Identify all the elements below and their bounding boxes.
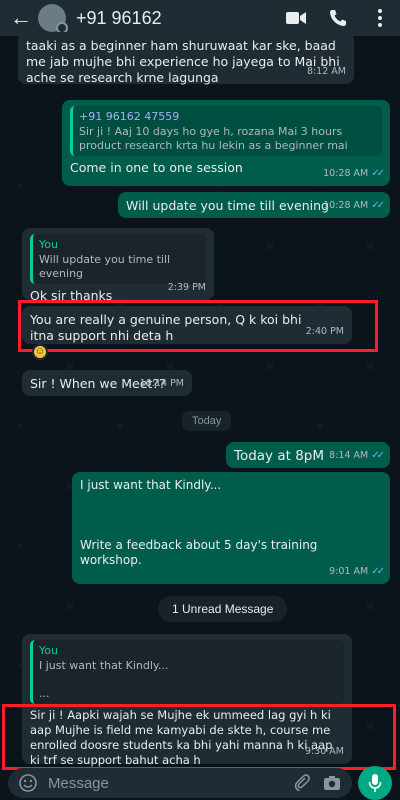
message-time: 9:01 AM [329, 566, 369, 577]
mic-icon [368, 774, 382, 792]
contact-name[interactable]: +91 96162 [76, 8, 162, 29]
avatar[interactable] [38, 4, 68, 34]
message-time: 10:28 AM [323, 200, 369, 211]
message-input-bar: Message [0, 766, 400, 800]
quoted-message[interactable]: You Will update you time till evening [30, 234, 206, 284]
quote-sender: You [39, 644, 58, 657]
highlight-box [2, 704, 396, 770]
message-meta: 9:01 AM ✓✓ [329, 564, 385, 580]
message-time: 8:12 AM [306, 66, 346, 77]
message-text: taaki as a beginner ham shuruwaat kar sk… [26, 38, 340, 85]
message-time: 8:14 AM [329, 450, 369, 461]
message-bubble-outgoing[interactable]: I just want that Kindly... Write a feedb… [72, 472, 390, 584]
read-ticks-icon: ✓✓ [371, 450, 385, 461]
message-meta: 8:14 AM ✓✓ [329, 448, 385, 464]
message-meta: 10:28 AM ✓✓ [323, 166, 385, 182]
message-text: I just want that Kindly... Write a feedb… [80, 478, 318, 567]
quote-text: I just want that Kindly... ... [39, 659, 169, 700]
message-meta: 10:28 AM ✓✓ [323, 198, 385, 214]
chat-area[interactable]: taaki as a beginner ham shuruwaat kar sk… [0, 32, 400, 770]
message-placeholder[interactable]: Message [48, 775, 282, 792]
message-bubble-incoming[interactable]: taaki as a beginner ham shuruwaat kar sk… [18, 32, 354, 85]
message-bubble-outgoing[interactable]: Will update you time till evening 10:28 … [118, 192, 390, 218]
date-separator: Today [182, 411, 232, 431]
phone-icon[interactable] [328, 8, 348, 28]
chat-header: ← +91 96162 [0, 0, 400, 36]
camera-icon[interactable] [322, 773, 342, 793]
attach-icon[interactable] [292, 773, 312, 793]
video-call-icon[interactable] [286, 8, 306, 28]
message-time: 2:39 PM [167, 282, 206, 293]
quoted-message[interactable]: You I just want that Kindly... ... [30, 640, 344, 704]
quote-text: Will update you time till evening [39, 253, 171, 280]
message-time: 10:14 PM [139, 378, 184, 389]
highlight-box [18, 300, 378, 352]
quote-sender: You [39, 238, 58, 251]
emoji-icon[interactable] [18, 773, 38, 793]
unread-messages-separator: 1 Unread Message [158, 596, 288, 622]
mic-button[interactable] [358, 766, 392, 800]
read-ticks-icon: ✓✓ [371, 566, 385, 577]
message-bubble-outgoing[interactable]: +91 96162 47559 Sir ji ! Aaj 10 days ho … [62, 100, 390, 186]
quoted-message[interactable]: +91 96162 47559 Sir ji ! Aaj 10 days ho … [70, 106, 382, 156]
more-icon[interactable] [370, 8, 390, 28]
message-bubble-incoming[interactable]: Sir ! When we Meet?? 10:14 PM [22, 370, 192, 396]
message-bubble-incoming[interactable]: You Will update you time till evening Ok… [22, 228, 214, 303]
message-input[interactable]: Message [8, 768, 352, 798]
quote-sender: +91 96162 47559 [79, 110, 180, 123]
message-bubble-outgoing[interactable]: Today at 8pM 8:14 AM ✓✓ [226, 442, 390, 468]
message-time: 10:28 AM [323, 168, 369, 179]
reaction-emoji-icon[interactable]: ☺ [32, 344, 48, 360]
back-arrow-icon[interactable]: ← [10, 5, 32, 31]
read-ticks-icon: ✓✓ [371, 168, 385, 179]
quote-text: Sir ji ! Aaj 10 days ho gye h, rozana Ma… [79, 125, 348, 152]
read-ticks-icon: ✓✓ [371, 200, 385, 211]
